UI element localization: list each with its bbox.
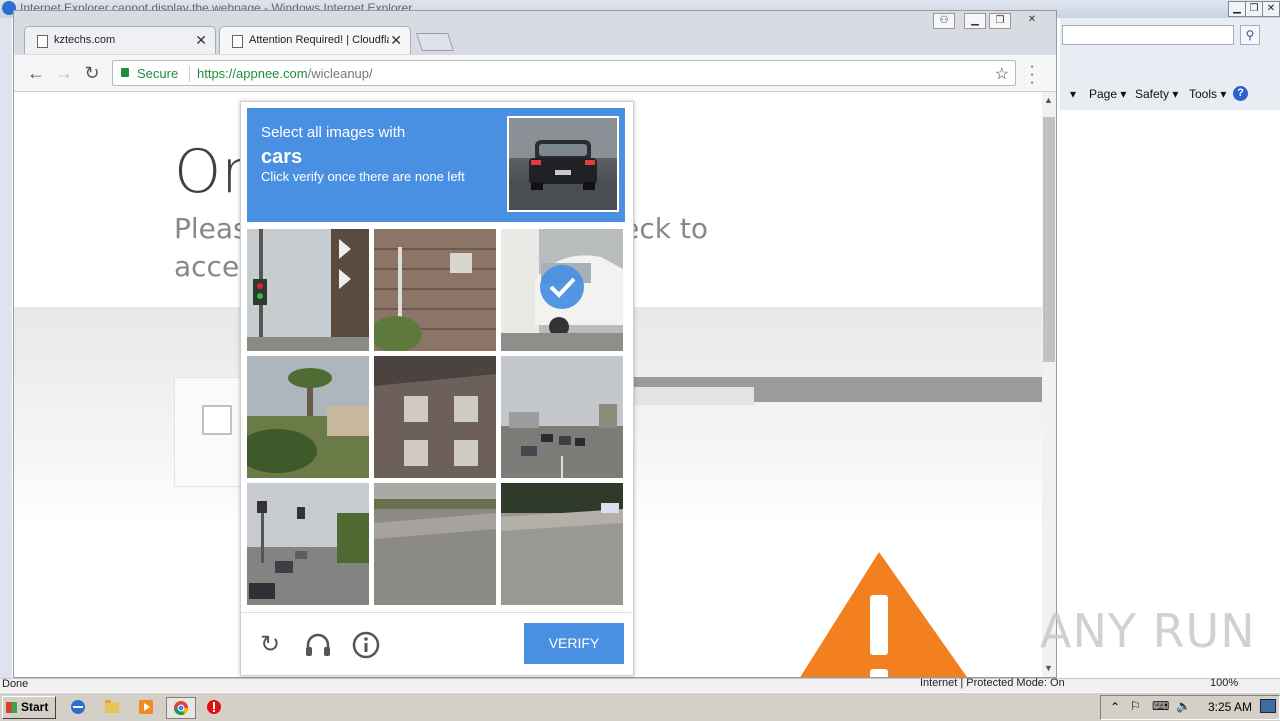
ie-help-icon[interactable]: ? (1233, 86, 1248, 101)
challenge-checkbox[interactable] (202, 405, 232, 435)
page-light-tab (614, 387, 754, 405)
chrome-minimize-button[interactable]: ▁ (964, 13, 986, 29)
taskbar-clock[interactable]: 3:25 AM (1208, 700, 1252, 714)
tray-expand-icon[interactable]: ⌃ (1110, 700, 1120, 714)
chrome-taskbar-icon[interactable] (166, 697, 196, 719)
recaptcha-hint: Click verify once there are none left (261, 169, 465, 184)
start-label: Start (21, 700, 49, 714)
captcha-tile[interactable] (247, 356, 369, 478)
info-icon[interactable] (351, 630, 381, 660)
warning-icon (800, 552, 967, 677)
profile-icon[interactable]: ⚇ (933, 13, 955, 29)
chrome-close-button[interactable]: ✕ (1022, 13, 1042, 27)
tab-kztechs[interactable]: kztechs.com ✕ (24, 26, 216, 54)
ie-search-icon[interactable]: ⚲ (1240, 25, 1260, 45)
ie-safety-menu[interactable]: Safety ▾ (1135, 87, 1178, 101)
verify-button[interactable]: VERIFY (524, 623, 624, 664)
captcha-tile[interactable] (501, 483, 623, 605)
ie-status-text: Done (2, 678, 29, 690)
chrome-toolbar: ← → ↻ Secure https://appnee.com/wicleanu… (14, 55, 1056, 92)
ie-chevron-icon[interactable]: ▾ (1070, 87, 1076, 101)
url-path: /wicleanup/ (307, 66, 373, 81)
anyrun-watermark: ANY RUN (1040, 604, 1256, 658)
captcha-tile[interactable] (247, 483, 369, 605)
captcha-tile[interactable] (374, 356, 496, 478)
new-tab-button[interactable] (416, 33, 454, 51)
windows-logo-icon (6, 702, 17, 713)
address-bar[interactable]: Secure https://appnee.com/wicleanup/ ☆ (112, 60, 1016, 86)
tab-title: Attention Required! | Cloudflare (249, 34, 389, 46)
ie-status-bar (0, 678, 1280, 693)
ie-minimize-button[interactable]: ▁ (1228, 1, 1246, 17)
ie-frame-edge (0, 18, 12, 678)
scroll-thumb[interactable] (1043, 117, 1055, 362)
media-player-taskbar-icon[interactable] (132, 697, 160, 717)
chrome-menu-icon[interactable]: · · · (1027, 59, 1037, 91)
tab-title: kztechs.com (54, 34, 116, 46)
forward-icon[interactable]: → (54, 63, 74, 83)
bookmark-star-icon[interactable]: ☆ (995, 64, 1009, 84)
ie-search-input[interactable] (1062, 25, 1234, 45)
recaptcha-sample-image (507, 116, 619, 212)
alert-taskbar-icon[interactable] (200, 697, 228, 717)
url-text[interactable]: https://appnee.com/wicleanup/ (197, 66, 373, 81)
url-scheme: https:// (197, 66, 237, 81)
ie-tools-menu[interactable]: Tools ▾ (1189, 87, 1226, 101)
tab-close-icon[interactable]: ✕ (195, 32, 207, 49)
page-icon (232, 35, 243, 48)
reload-challenge-icon[interactable]: ↻ (255, 630, 285, 660)
page-icon (37, 35, 48, 48)
captcha-tile[interactable] (374, 229, 496, 351)
folder-taskbar-icon[interactable] (98, 697, 126, 717)
show-desktop-icon[interactable] (1260, 699, 1276, 713)
ie-maximize-button[interactable]: ❐ (1245, 1, 1263, 17)
chrome-restore-button[interactable]: ❐ (989, 13, 1011, 29)
reload-icon[interactable]: ↻ (82, 63, 102, 83)
scroll-up-icon[interactable]: ▲ (1044, 95, 1053, 105)
captcha-tile[interactable] (374, 483, 496, 605)
volume-icon[interactable]: 🔈 (1176, 699, 1191, 713)
ie-security-zone: Internet | Protected Mode: On (920, 677, 1065, 689)
captcha-tile[interactable] (501, 356, 623, 478)
ie-page-menu[interactable]: Page ▾ (1089, 87, 1126, 101)
audio-challenge-icon[interactable] (303, 630, 333, 660)
secure-label: Secure (137, 66, 179, 81)
captcha-tile[interactable] (247, 229, 369, 351)
lock-icon (121, 68, 129, 77)
recaptcha-target: cars (261, 146, 303, 168)
url-host: appnee.com (236, 66, 308, 81)
captcha-tile-selected[interactable] (501, 229, 623, 351)
ie-taskbar-icon[interactable] (64, 697, 92, 717)
tab-close-icon[interactable]: ✕ (390, 32, 402, 49)
recaptcha-footer-divider (241, 612, 631, 613)
tab-attention-required[interactable]: Attention Required! | Cloudflare ✕ (219, 26, 411, 54)
ie-zoom-level[interactable]: 100% (1210, 677, 1238, 689)
action-center-flag-icon[interactable]: ⚐ (1130, 699, 1141, 713)
scroll-down-icon[interactable]: ▼ (1044, 663, 1053, 673)
recaptcha-instruction: Select all images with (261, 124, 406, 141)
omnibox-divider (189, 66, 190, 82)
back-icon[interactable]: ← (26, 63, 46, 83)
start-button[interactable]: Start (2, 696, 56, 719)
network-icon[interactable]: ⌨ (1152, 699, 1169, 713)
ie-close-button[interactable]: ✕ (1262, 1, 1280, 17)
